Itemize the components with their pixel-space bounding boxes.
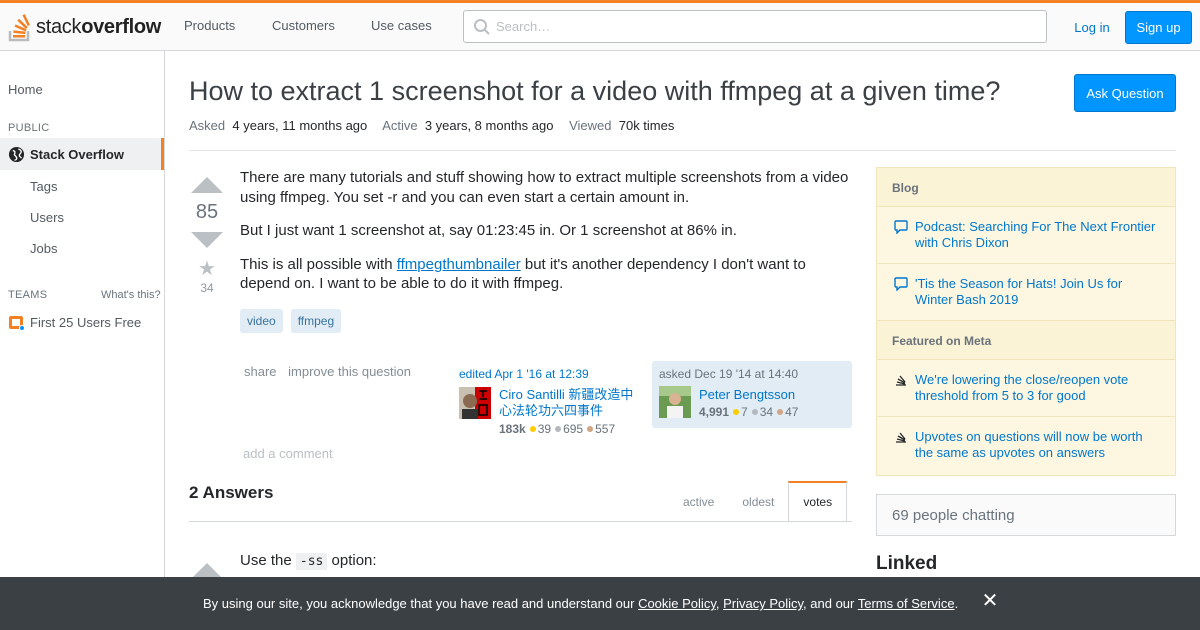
teams-briefcase-icon [9, 316, 25, 331]
tab-oldest[interactable]: oldest [728, 481, 788, 522]
globe-icon [8, 146, 25, 162]
stack-exchange-meta-icon [896, 375, 906, 386]
tag-list: video ffmpeg [240, 309, 342, 333]
asked-value: 4 years, 11 months ago [232, 118, 368, 133]
blog-item[interactable]: Podcast: Searching For The Next Frontier… [877, 207, 1175, 264]
add-comment-link[interactable]: add a comment [243, 446, 333, 461]
question-vote-cell: 85 ★ 34 [189, 177, 225, 295]
logo-text: stackoverflow [36, 15, 162, 38]
blog-widget: Blog Podcast: Searching For The Next Fro… [876, 167, 1176, 476]
first-25-users-label: First 25 Users Free [30, 314, 142, 330]
whats-this-link[interactable]: What's this? [101, 289, 161, 301]
tag-ffmpeg[interactable]: ffmpeg [290, 309, 342, 333]
cookie-policy-link[interactable]: Cookie Policy [638, 596, 716, 611]
active-value: 3 years, 8 months ago [424, 118, 554, 133]
viewed-value: 70k times [618, 118, 675, 133]
tab-active[interactable]: active [669, 481, 728, 522]
tab-votes[interactable]: votes [788, 481, 848, 522]
nav-customers[interactable]: Customers [272, 18, 335, 33]
privacy-policy-link[interactable]: Privacy Policy [723, 596, 803, 611]
blog-heading: Blog [877, 168, 1175, 207]
question-title[interactable]: How to extract 1 screenshot for a video … [189, 76, 1000, 107]
nav-home[interactable]: Home [8, 82, 43, 97]
answer-body: Use the -ss option: [240, 552, 377, 570]
favorite-count: 34 [200, 281, 214, 295]
question-paragraph: There are many tutorials and stuff showi… [240, 169, 849, 206]
post-menu: share improve this question [244, 364, 419, 379]
featured-meta-heading: Featured on Meta [877, 321, 1175, 360]
signup-button[interactable]: Sign up [1125, 11, 1192, 44]
answer-sort-tabs: active oldest votes [669, 481, 848, 522]
vote-count: 85 [195, 201, 219, 223]
nav-users[interactable]: Users [30, 210, 64, 225]
nav-use-cases[interactable]: Use cases [371, 18, 432, 33]
divider [189, 521, 852, 522]
meta-link[interactable]: We're lowering the close/reopen vote thr… [915, 372, 1128, 403]
speech-bubble-icon [894, 277, 908, 291]
stackoverflow-logo-icon [8, 14, 30, 42]
left-sidebar: Home PUBLIC Stack Overflow Tags Users Jo… [0, 51, 165, 630]
nav-products[interactable]: Products [184, 18, 235, 33]
upvote-arrow-icon[interactable] [191, 177, 223, 193]
edited-time-link[interactable]: edited Apr 1 '16 at 12:39 [459, 367, 589, 381]
terms-of-service-link[interactable]: Terms of Service [858, 596, 955, 611]
asker-name-link[interactable]: Peter Bengtsson [699, 387, 795, 403]
first-25-users-free-link[interactable]: First 25 Users Free [8, 313, 141, 331]
asked-time: asked Dec 19 '14 at 14:40 [659, 367, 799, 381]
tag-video[interactable]: video [240, 309, 283, 333]
blog-link[interactable]: Podcast: Searching For The Next Frontier… [915, 219, 1155, 250]
ffmpegthumbnailer-link[interactable]: ffmpegthumbnailer [397, 256, 521, 273]
meta-link[interactable]: Upvotes on questions will now be worth t… [915, 429, 1143, 460]
nav-tags[interactable]: Tags [30, 179, 57, 194]
editor-avatar[interactable] [459, 387, 491, 419]
cookie-text: By using our site, you acknowledge that … [203, 596, 959, 611]
editor-name-link[interactable]: Ciro Santilli 新疆改造中心法轮功六四事件 [499, 387, 644, 419]
editor-signature: edited Apr 1 '16 at 12:39 Ciro Santilli … [459, 367, 644, 439]
teams-label: TEAMS [8, 289, 48, 301]
stack-exchange-meta-icon [896, 432, 906, 443]
viewed-label: Viewed [569, 118, 612, 133]
nav-stack-overflow[interactable]: Stack Overflow [0, 138, 164, 170]
speech-bubble-icon [894, 220, 908, 234]
asker-signature: asked Dec 19 '14 at 14:40 Peter Bengtsso… [652, 361, 852, 428]
linked-heading: Linked [876, 553, 938, 574]
nav-stack-overflow-label: Stack Overflow [30, 146, 124, 162]
meta-item[interactable]: Upvotes on questions will now be worth t… [877, 417, 1175, 474]
answers-heading: 2 Answers [189, 483, 274, 502]
blog-link[interactable]: 'Tis the Season for Hats! Join Us for Wi… [915, 276, 1122, 307]
stackoverflow-logo[interactable]: stackoverflow [8, 10, 161, 44]
editor-reputation: 183k 39 695 557 [499, 422, 616, 436]
public-label: PUBLIC [8, 122, 50, 134]
asker-reputation: 4,991 7 34 47 [699, 405, 799, 419]
downvote-arrow-icon[interactable] [191, 232, 223, 248]
search-box[interactable] [463, 10, 1047, 43]
question-body: There are many tutorials and stuff showi… [240, 168, 852, 308]
asker-avatar[interactable] [659, 386, 691, 418]
search-input[interactable] [496, 19, 1016, 34]
nav-jobs[interactable]: Jobs [30, 241, 57, 256]
ask-question-button[interactable]: Ask Question [1074, 74, 1176, 112]
blog-item[interactable]: 'Tis the Season for Hats! Join Us for Wi… [877, 264, 1175, 321]
question-paragraph: But I just want 1 screenshot at, say 01:… [240, 222, 737, 239]
login-button[interactable]: Log in [1065, 11, 1119, 44]
close-icon[interactable]: ✕ [980, 591, 1000, 611]
meta-item[interactable]: We're lowering the close/reopen vote thr… [877, 360, 1175, 417]
cookie-banner: By using our site, you acknowledge that … [0, 577, 1200, 630]
active-label: Active [382, 118, 418, 133]
question-paragraph: This is all possible with ffmpegthumbnai… [240, 255, 806, 293]
search-icon [474, 19, 490, 35]
divider [189, 150, 1176, 151]
chat-widget[interactable]: 69 people chatting [876, 494, 1176, 536]
question-meta: Asked 4 years, 11 months ago Active 3 ye… [189, 118, 686, 133]
share-link[interactable]: share [244, 364, 285, 379]
asked-label: Asked [189, 118, 226, 133]
top-bar: stackoverflow Products Customers Use cas… [0, 0, 1200, 51]
favorite-star-icon[interactable]: ★ [189, 256, 225, 281]
code-snippet: -ss [295, 553, 328, 570]
improve-question-link[interactable]: improve this question [288, 364, 419, 379]
